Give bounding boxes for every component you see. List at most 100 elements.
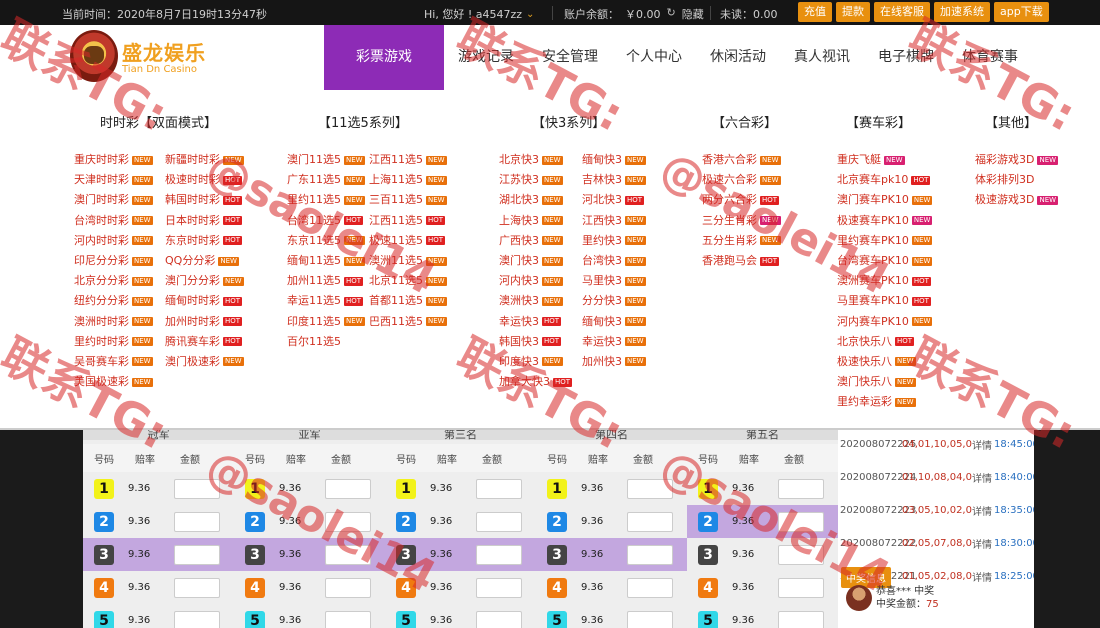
bet-row[interactable]: 3 9.36 xyxy=(83,538,234,571)
menu-game-item[interactable]: 北京分分彩 NEW xyxy=(74,271,153,291)
number-ball[interactable]: 4 xyxy=(547,577,567,598)
bet-row[interactable]: 1 9.36 xyxy=(234,472,385,505)
menu-game-item[interactable]: 香港六合彩 NEW xyxy=(702,150,781,170)
amount-input[interactable] xyxy=(778,511,824,532)
menu-game-item[interactable]: 台湾赛车PK10 NEW xyxy=(837,251,933,271)
bet-row[interactable]: 1 9.36 xyxy=(687,472,838,505)
bet-row[interactable]: 5 9.36 xyxy=(536,604,687,628)
nav-item[interactable]: 体育赛事 xyxy=(948,25,1032,90)
bet-row[interactable]: 3 9.36 xyxy=(687,538,838,571)
detail-link[interactable]: 详情 xyxy=(972,437,994,452)
menu-game-item[interactable]: 里约赛车PK10 NEW xyxy=(837,231,933,251)
menu-game-item[interactable]: 澳门快3 NEW xyxy=(499,251,572,271)
amount-input[interactable] xyxy=(325,511,371,532)
amount-input[interactable] xyxy=(778,610,824,628)
number-ball[interactable]: 5 xyxy=(245,610,265,628)
menu-game-item[interactable]: 韩国时时彩 HOT xyxy=(165,190,244,210)
menu-game-item[interactable]: 福彩游戏3D NEW xyxy=(975,150,1059,170)
menu-game-item[interactable]: 澳门分分彩 NEW xyxy=(165,271,244,291)
number-ball[interactable]: 5 xyxy=(94,610,114,628)
menu-game-item[interactable]: 河内赛车PK10 NEW xyxy=(837,312,933,332)
bet-row[interactable]: 2 9.36 xyxy=(687,505,838,538)
menu-game-item[interactable]: 东京11选5 NEW xyxy=(287,231,365,251)
bet-row[interactable]: 4 9.36 xyxy=(687,571,838,604)
detail-link[interactable]: 详情 xyxy=(972,470,994,485)
bet-row[interactable]: 3 9.36 xyxy=(536,538,687,571)
menu-game-item[interactable]: 极速游戏3D NEW xyxy=(975,190,1059,210)
bet-row[interactable]: 1 9.36 xyxy=(83,472,234,505)
menu-game-item[interactable]: 缅甸时时彩 HOT xyxy=(165,291,244,311)
withdraw-button[interactable]: 提款 xyxy=(836,2,870,22)
bet-row[interactable]: 2 9.36 xyxy=(536,505,687,538)
bet-row[interactable]: 2 9.36 xyxy=(83,505,234,538)
bet-row[interactable]: 2 9.36 xyxy=(385,505,536,538)
menu-game-item[interactable]: 新疆时时彩 NEW xyxy=(165,150,244,170)
amount-input[interactable] xyxy=(627,478,673,499)
amount-input[interactable] xyxy=(174,610,220,628)
menu-game-item[interactable]: 幸运快3 HOT xyxy=(499,312,572,332)
bet-row[interactable]: 1 9.36 xyxy=(536,472,687,505)
number-ball[interactable]: 1 xyxy=(94,478,114,499)
amount-input[interactable] xyxy=(476,478,522,499)
menu-game-item[interactable]: 缅甸11选5 NEW xyxy=(287,251,365,271)
menu-game-item[interactable]: 三百11选5 NEW xyxy=(369,190,447,210)
amount-input[interactable] xyxy=(476,610,522,628)
menu-game-item[interactable]: 三分生肖彩 NEW xyxy=(702,211,781,231)
menu-game-item[interactable]: 台湾快3 NEW xyxy=(582,251,646,271)
menu-game-item[interactable]: 吉林快3 NEW xyxy=(582,170,646,190)
menu-game-item[interactable]: 五分生肖彩 NEW xyxy=(702,231,781,251)
menu-game-item[interactable]: 上海快3 NEW xyxy=(499,211,572,231)
amount-input[interactable] xyxy=(627,577,673,598)
menu-game-item[interactable]: 腾讯赛车彩 HOT xyxy=(165,332,244,352)
nav-item[interactable]: 彩票游戏 xyxy=(324,25,444,90)
number-ball[interactable]: 1 xyxy=(698,478,718,499)
chevron-down-icon[interactable]: ⌄ xyxy=(526,9,534,20)
amount-input[interactable] xyxy=(174,511,220,532)
amount-input[interactable] xyxy=(325,544,371,565)
menu-game-item[interactable]: 百尔11选5 xyxy=(287,332,365,352)
menu-game-item[interactable]: 台湾时时彩 NEW xyxy=(74,211,153,231)
deposit-button[interactable]: 充值 xyxy=(798,2,832,22)
menu-game-item[interactable]: 里约幸运彩 NEW xyxy=(837,392,932,412)
menu-game-item[interactable]: 澳门快乐八 NEW xyxy=(837,372,932,392)
nav-item[interactable]: 真人视讯 xyxy=(780,25,864,90)
number-ball[interactable]: 4 xyxy=(396,577,416,598)
menu-game-item[interactable]: 广西快3 NEW xyxy=(499,231,572,251)
menu-game-item[interactable]: 加州11选5 HOT xyxy=(287,271,365,291)
amount-input[interactable] xyxy=(174,577,220,598)
number-ball[interactable]: 2 xyxy=(547,511,567,532)
menu-game-item[interactable]: 澳门时时彩 NEW xyxy=(74,190,153,210)
amount-input[interactable] xyxy=(476,577,522,598)
number-ball[interactable]: 1 xyxy=(547,478,567,499)
app-download-button[interactable]: app下载 xyxy=(994,2,1049,22)
number-ball[interactable]: 3 xyxy=(396,544,416,565)
menu-game-item[interactable]: 日本时时彩 HOT xyxy=(165,211,244,231)
menu-game-item[interactable]: 吴哥赛车彩 NEW xyxy=(74,352,153,372)
menu-game-item[interactable]: 河北快3 HOT xyxy=(582,190,646,210)
number-ball[interactable]: 5 xyxy=(396,610,416,628)
menu-game-item[interactable]: 澳洲赛车PK10 HOT xyxy=(837,271,932,291)
menu-game-item[interactable]: 印度快3 NEW xyxy=(499,352,572,372)
logo[interactable]: 盛龙娱乐 Tian Dn Casino xyxy=(70,30,206,82)
bet-row[interactable]: 3 9.36 xyxy=(385,538,536,571)
online-service-button[interactable]: 在线客服 xyxy=(874,2,930,22)
menu-game-item[interactable]: 分分快3 NEW xyxy=(582,291,646,311)
number-ball[interactable]: 5 xyxy=(698,610,718,628)
menu-game-item[interactable]: 缅甸快3 NEW xyxy=(582,150,646,170)
menu-game-item[interactable]: 东京时时彩 HOT xyxy=(165,231,244,251)
menu-game-item[interactable]: 澳门极速彩 NEW xyxy=(165,352,244,372)
bet-row[interactable]: 4 9.36 xyxy=(83,571,234,604)
bet-row[interactable]: 4 9.36 xyxy=(385,571,536,604)
menu-game-item[interactable]: 香港跑马会 HOT xyxy=(702,251,781,271)
menu-game-item[interactable]: 澳洲快3 NEW xyxy=(499,291,572,311)
hide-balance-button[interactable]: 隐藏 xyxy=(682,6,704,22)
menu-game-item[interactable]: 极速赛车PK10 NEW xyxy=(837,211,933,231)
menu-game-item[interactable]: 上海11选5 NEW xyxy=(369,170,447,190)
menu-game-item[interactable]: 印尼分分彩 NEW xyxy=(74,251,153,271)
menu-game-item[interactable]: 极速快乐八 NEW xyxy=(837,352,932,372)
detail-link[interactable]: 详情 xyxy=(972,569,994,584)
menu-game-item[interactable]: 澳洲时时彩 NEW xyxy=(74,312,153,332)
menu-game-item[interactable]: 澳门11选5 NEW xyxy=(287,150,365,170)
number-ball[interactable]: 5 xyxy=(547,610,567,628)
menu-game-item[interactable]: 极速时时彩 HOT xyxy=(165,170,244,190)
